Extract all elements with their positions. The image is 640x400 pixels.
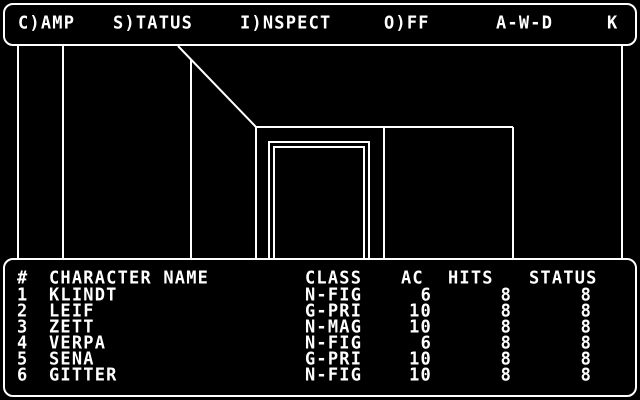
row-class: N-FIG [305, 364, 363, 386]
row-num: 6 [17, 364, 29, 386]
door-inner [273, 146, 365, 258]
header-hits: HITS [448, 267, 494, 289]
row-ac: 10 [409, 364, 432, 386]
row-status: 8 [580, 364, 592, 386]
ceiling-diagonal [177, 45, 257, 128]
row-hits: 8 [500, 364, 512, 386]
door-outer [268, 141, 370, 258]
row-name: GITTER [49, 364, 118, 386]
